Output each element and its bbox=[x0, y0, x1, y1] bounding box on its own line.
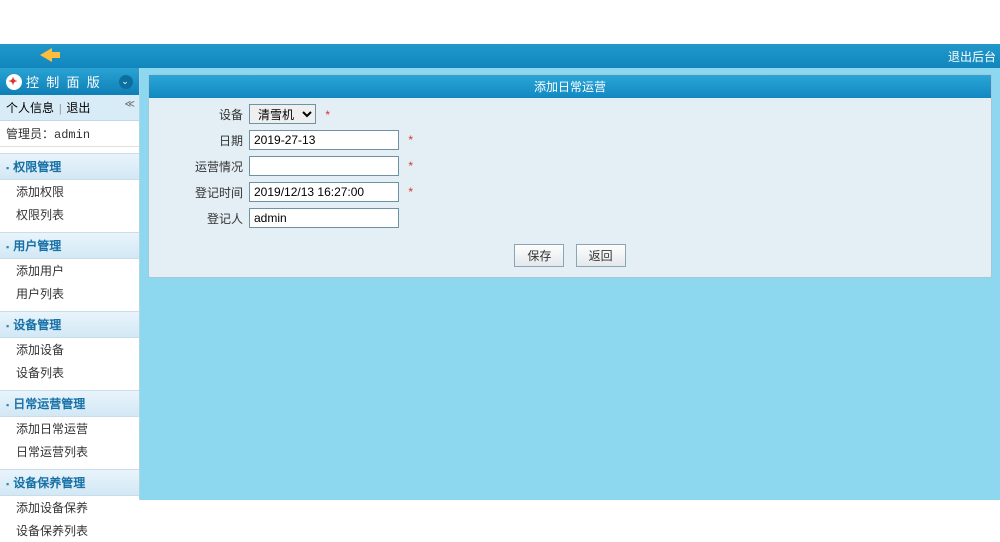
status-label: 运营情况 bbox=[159, 158, 249, 175]
row-status: 运营情况 * bbox=[159, 156, 981, 176]
sidebar-item[interactable]: 日常运营列表 bbox=[0, 440, 139, 463]
separator: | bbox=[59, 101, 61, 115]
sidebar-groups: 权限管理添加权限权限列表用户管理添加用户用户列表设备管理添加设备设备列表日常运营… bbox=[0, 153, 139, 542]
device-input-wrap: 清雪机 * bbox=[249, 104, 330, 124]
required-mark: * bbox=[408, 159, 413, 173]
panel-title: ✦ 控 制 面 版 ⌄ bbox=[0, 68, 139, 95]
sidebar-item[interactable]: 添加设备保养 bbox=[0, 496, 139, 519]
row-date: 日期 * bbox=[159, 130, 981, 150]
button-row: 保存 返回 bbox=[149, 236, 991, 277]
form-body: 设备 清雪机 * 日期 * 运营情况 bbox=[149, 98, 991, 236]
date-label: 日期 bbox=[159, 132, 249, 149]
regby-input-wrap bbox=[249, 208, 399, 228]
admin-line: 管理员：admin bbox=[0, 121, 139, 147]
sidebar-item[interactable]: 添加设备 bbox=[0, 338, 139, 361]
status-input[interactable] bbox=[249, 156, 399, 176]
admin-value: admin bbox=[54, 128, 90, 142]
regtime-label: 登记时间 bbox=[159, 184, 249, 201]
save-button[interactable]: 保存 bbox=[514, 244, 564, 267]
sidebar-item[interactable]: 添加日常运营 bbox=[0, 417, 139, 440]
required-mark: * bbox=[408, 185, 413, 199]
content-area: 添加日常运营 设备 清雪机 * 日期 * bbox=[140, 68, 1000, 500]
date-input-wrap: * bbox=[249, 130, 413, 150]
group-head[interactable]: 日常运营管理 bbox=[0, 390, 139, 417]
panel-logo-icon: ✦ bbox=[6, 74, 22, 90]
required-mark: * bbox=[408, 133, 413, 147]
form-panel: 添加日常运营 设备 清雪机 * 日期 * bbox=[148, 74, 992, 278]
header-strip: 退出后台 bbox=[0, 44, 1000, 68]
row-regtime: 登记时间 * bbox=[159, 182, 981, 202]
sidebar-item[interactable]: 权限列表 bbox=[0, 203, 139, 226]
sidebar-logout-link[interactable]: 退出 bbox=[66, 101, 90, 115]
main-wrap: ✦ 控 制 面 版 ⌄ 个人信息 | 退出 ≪ 管理员：admin 权限管理添加… bbox=[0, 68, 1000, 500]
sidebar-item[interactable]: 用户列表 bbox=[0, 282, 139, 305]
regby-input[interactable] bbox=[249, 208, 399, 228]
status-input-wrap: * bbox=[249, 156, 413, 176]
date-input[interactable] bbox=[249, 130, 399, 150]
required-mark: * bbox=[325, 108, 330, 122]
sidebar-item[interactable]: 添加用户 bbox=[0, 259, 139, 282]
group-head[interactable]: 权限管理 bbox=[0, 153, 139, 180]
regtime-input-wrap: * bbox=[249, 182, 413, 202]
group-head[interactable]: 设备管理 bbox=[0, 311, 139, 338]
regtime-input[interactable] bbox=[249, 182, 399, 202]
panel-toggle-icon[interactable]: ⌄ bbox=[119, 75, 133, 89]
sidebar-item[interactable]: 设备保养列表 bbox=[0, 519, 139, 542]
admin-label: 管理员： bbox=[6, 128, 54, 142]
group-head[interactable]: 用户管理 bbox=[0, 232, 139, 259]
panel-title-text: 控 制 面 版 bbox=[26, 72, 102, 91]
collapse-icon[interactable]: ≪ bbox=[125, 99, 135, 110]
sidebar: ✦ 控 制 面 版 ⌄ 个人信息 | 退出 ≪ 管理员：admin 权限管理添加… bbox=[0, 68, 140, 500]
regby-label: 登记人 bbox=[159, 210, 249, 227]
row-regby: 登记人 bbox=[159, 208, 981, 228]
user-info-link[interactable]: 个人信息 bbox=[6, 101, 54, 115]
row-device: 设备 清雪机 * bbox=[159, 104, 981, 124]
back-arrow-icon[interactable] bbox=[40, 48, 52, 62]
top-blank bbox=[0, 0, 1000, 44]
user-row: 个人信息 | 退出 ≪ bbox=[0, 95, 139, 121]
logout-link[interactable]: 退出后台 bbox=[948, 48, 996, 65]
device-label: 设备 bbox=[159, 106, 249, 123]
back-button[interactable]: 返回 bbox=[576, 244, 626, 267]
device-select[interactable]: 清雪机 bbox=[249, 104, 316, 124]
sidebar-item[interactable]: 设备列表 bbox=[0, 361, 139, 384]
sidebar-item[interactable]: 添加权限 bbox=[0, 180, 139, 203]
group-head[interactable]: 设备保养管理 bbox=[0, 469, 139, 496]
form-title: 添加日常运营 bbox=[149, 75, 991, 98]
